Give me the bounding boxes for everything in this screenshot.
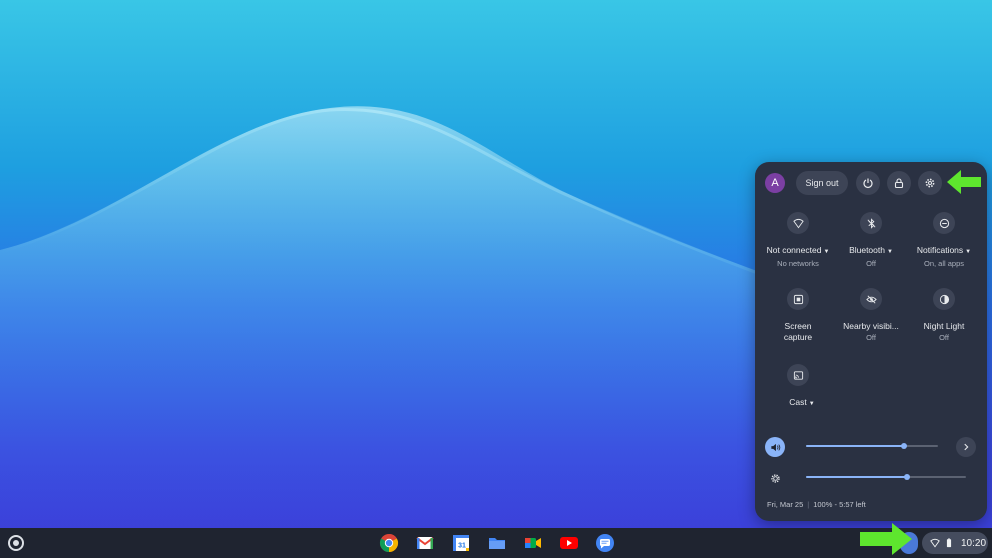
chrome-icon [379, 534, 399, 552]
tile-network[interactable]: Not connected ▼ No networks [762, 212, 834, 268]
tile-notifications-label: Notifications [916, 245, 964, 255]
chevron-right-icon [964, 443, 969, 451]
dropdown-caret-icon: ▼ [823, 249, 830, 255]
tile-night-light[interactable]: Night Light Off [908, 288, 980, 342]
volume-slider-fill [806, 445, 904, 447]
clock-time: 10:20 [961, 537, 987, 549]
footer-separator: | [807, 500, 810, 509]
tile-nearby-visibility-label: Nearby visibi... [843, 321, 899, 331]
brightness-icon [770, 473, 780, 483]
launcher-button[interactable] [8, 535, 24, 551]
brightness-slider[interactable] [806, 474, 966, 480]
tile-screen-capture[interactable]: Screen capture [762, 288, 834, 342]
tile-network-sub: No networks [777, 259, 819, 268]
date-text[interactable]: Fri, Mar 25 [767, 500, 803, 509]
tile-notifications[interactable]: Notifications ▼ On, all apps [908, 212, 980, 268]
gear-icon [925, 178, 935, 188]
volume-slider[interactable] [806, 443, 938, 449]
settings-button[interactable] [918, 171, 942, 195]
night-light-icon [939, 294, 949, 304]
power-button[interactable] [856, 171, 880, 195]
gmail-app[interactable] [414, 532, 436, 554]
bluetooth-icon [867, 217, 875, 229]
tile-night-light-sub: Off [939, 333, 949, 342]
status-tray[interactable]: 10:20 [922, 532, 988, 554]
wifi-icon [792, 218, 804, 228]
tile-nearby-visibility[interactable]: Nearby visibi... Off [835, 288, 907, 342]
tile-notifications-sub: On, all apps [923, 259, 965, 268]
audio-settings-button[interactable] [956, 437, 976, 457]
brightness-slider-thumb[interactable] [904, 474, 910, 480]
lock-icon [894, 178, 904, 189]
calendar-day-text: 31 [458, 543, 466, 550]
messages-icon [596, 534, 614, 552]
tile-night-light-label: Night Light [923, 321, 965, 331]
dropdown-caret-icon: ▼ [808, 401, 815, 407]
annotation-arrow-icon [947, 170, 981, 194]
files-app[interactable] [486, 532, 508, 554]
meet-app[interactable] [522, 532, 544, 554]
youtube-icon [560, 537, 578, 549]
power-icon [863, 178, 873, 188]
wifi-icon [930, 538, 940, 548]
volume-mute-toggle[interactable] [765, 437, 785, 457]
volume-icon [770, 443, 780, 451]
brightness-icon-wrapper [765, 468, 785, 488]
annotation-arrow-icon [860, 523, 912, 555]
battery-icon [946, 538, 952, 548]
tile-screen-capture-label-line2: capture [783, 332, 813, 342]
shelf: 31 10:20 [0, 523, 992, 558]
nearby-visibility-icon [865, 295, 877, 303]
do-not-disturb-icon [939, 218, 949, 228]
status-footer: Fri, Mar 25 | 100% - 5:57 left [767, 500, 866, 509]
calendar-icon: 31 [453, 535, 469, 551]
lock-button[interactable] [887, 171, 911, 195]
tile-bluetooth-sub: Off [866, 259, 876, 268]
brightness-slider-fill [806, 476, 907, 478]
battery-text[interactable]: 100% - 5:57 left [813, 500, 866, 509]
cast-icon [793, 370, 803, 380]
calendar-app[interactable]: 31 [450, 532, 472, 554]
tile-bluetooth[interactable]: Bluetooth ▼ Off [835, 212, 907, 268]
screen-capture-icon [793, 294, 803, 304]
sign-out-button[interactable]: Sign out [796, 171, 848, 195]
tile-network-label: Not connected [766, 245, 822, 255]
dropdown-caret-icon: ▼ [965, 249, 972, 255]
volume-slider-thumb[interactable] [901, 443, 907, 449]
youtube-app[interactable] [558, 532, 580, 554]
dropdown-caret-icon: ▼ [886, 249, 893, 255]
tile-bluetooth-label: Bluetooth [849, 245, 885, 255]
tile-screen-capture-label: Screen [784, 321, 812, 331]
messages-app[interactable] [594, 532, 616, 554]
chrome-app[interactable] [378, 532, 400, 554]
gmail-icon [416, 537, 434, 549]
meet-icon [525, 538, 541, 548]
tile-cast[interactable]: Cast ▼ [762, 364, 834, 409]
avatar[interactable]: A [765, 173, 785, 193]
tile-nearby-visibility-sub: Off [866, 333, 876, 342]
files-icon [489, 538, 505, 549]
tile-cast-label: Cast [789, 397, 807, 407]
quick-settings-panel: A Sign out Not connected ▼ No networks Bl… [755, 162, 987, 521]
